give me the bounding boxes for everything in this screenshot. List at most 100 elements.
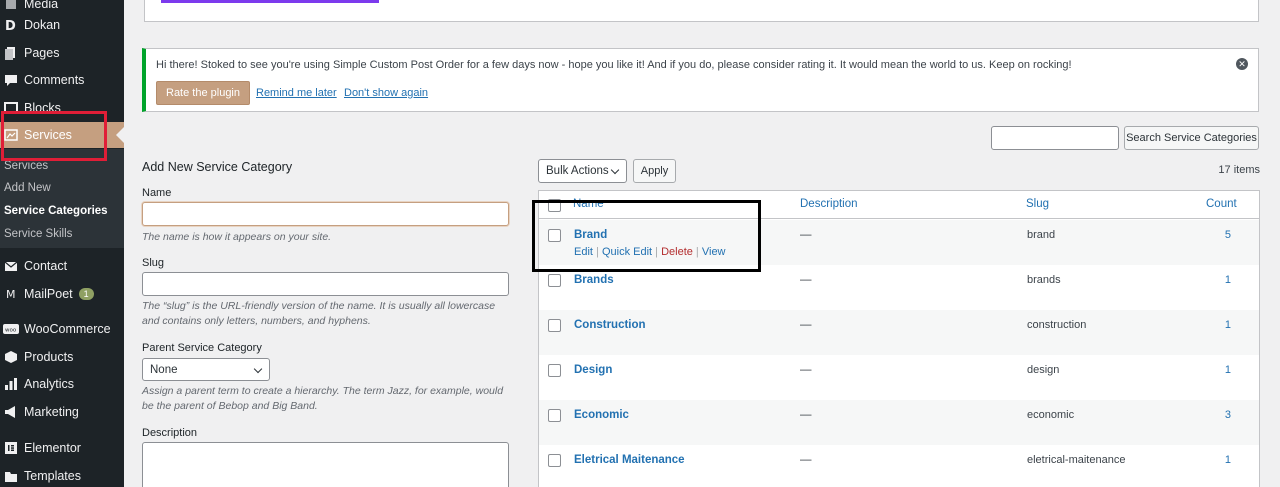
remind-later-link[interactable]: Remind me later [256,87,337,99]
row-checkbox[interactable] [548,454,561,467]
sidebar-item-woocommerce[interactable]: woo WooCommerce [0,316,124,342]
category-slug: construction [1027,319,1087,331]
sidebar-item-label: MailPoet [24,287,73,301]
bulk-actions-select[interactable]: Bulk Actions [538,159,627,183]
mail-icon [0,259,22,273]
submenu-item-service-skills[interactable]: Service Skills [4,228,72,240]
sidebar-item-pages[interactable]: Pages [0,40,124,66]
elementor-icon [0,441,22,455]
mailpoet-icon: M [0,287,22,301]
category-count-link[interactable]: 1 [1225,319,1231,331]
row-checkbox[interactable] [548,274,561,287]
svg-text:woo: woo [5,328,17,334]
page-scrollbar[interactable] [1274,0,1280,400]
table-row: Eletrical Maitenance — eletrical-maitena… [539,445,1259,487]
chevron-down-icon [253,364,263,374]
category-name-link[interactable]: Eletrical Maitenance [574,454,685,466]
sidebar-item-contact[interactable]: Contact [0,253,124,279]
sidebar-item-label: Analytics [24,377,75,391]
table-row: Economic — economic 3 [539,400,1259,445]
slug-label: Slug [142,257,165,269]
marketing-icon [0,405,22,419]
search-categories-button[interactable]: Search Service Categories [1124,126,1259,150]
close-icon[interactable]: ✕ [1236,58,1248,70]
submenu-item-add-new[interactable]: Add New [4,182,51,194]
name-label: Name [142,187,172,199]
slug-help: The “slug” is the URL-friendly version o… [142,300,496,327]
category-name-link[interactable]: Design [574,364,612,376]
dont-show-again-link[interactable]: Don't show again [344,87,428,99]
sidebar-item-templates[interactable]: Templates [0,463,124,487]
plugin-notice: Hi there! Stoked to see you're using Sim… [142,48,1259,112]
category-description: — [800,409,812,421]
row-checkbox[interactable] [548,409,561,422]
sidebar-item-label: Comments [24,73,85,87]
purple-banner-strip [161,0,379,3]
category-name-link[interactable]: Brands [574,274,614,286]
services-submenu: Services Add New Service Categories Serv… [0,149,124,248]
sidebar-item-label: WooCommerce [24,322,111,336]
parent-category-select[interactable]: None [142,358,270,381]
category-name-link[interactable]: Economic [574,409,629,421]
category-count-link[interactable]: 1 [1225,454,1231,466]
sidebar-item-label: Dokan [24,18,61,32]
row-checkbox[interactable] [548,364,561,377]
category-count-link[interactable]: 1 [1225,364,1231,376]
category-name-link[interactable]: Construction [574,319,646,331]
sidebar-item-label: Templates [24,469,81,483]
sidebar-item-dokan[interactable]: D Dokan [0,12,124,38]
column-header-count[interactable]: Count [1206,198,1237,210]
media-icon [0,0,22,11]
sidebar-item-products[interactable]: Products [0,344,124,370]
search-input[interactable] [991,126,1119,150]
name-help: The name is how it appears on your site. [142,231,332,243]
parent-label: Parent Service Category [142,342,262,354]
category-slug: brand [1027,229,1056,241]
category-count-link[interactable]: 1 [1225,274,1231,286]
row-checkbox[interactable] [548,319,561,332]
sidebar-item-marketing[interactable]: Marketing [0,399,124,425]
category-description: — [800,319,812,331]
category-slug: brands [1027,274,1061,286]
mailpoet-badge: 1 [78,288,94,300]
services-highlight-box [1,111,107,161]
dokan-icon: D [0,18,22,32]
column-header-slug[interactable]: Slug [1026,198,1049,210]
svg-text:D: D [5,19,16,32]
form-title: Add New Service Category [142,160,293,174]
sidebar-item-elementor[interactable]: Elementor [0,435,124,461]
submenu-item-services[interactable]: Services [4,160,48,172]
category-count-link[interactable]: 3 [1225,409,1231,421]
rate-plugin-button[interactable]: Rate the plugin [156,81,250,105]
sidebar-item-label: Media [24,0,59,11]
sidebar-item-comments[interactable]: Comments [0,67,124,93]
apply-button[interactable]: Apply [633,159,676,183]
name-field[interactable] [142,202,509,226]
active-indicator [116,127,124,143]
sidebar-item-label: Elementor [24,441,81,455]
woocommerce-icon: woo [0,323,22,335]
analytics-icon [0,377,22,391]
category-slug: eletrical-maitenance [1027,454,1126,466]
notice-text: Hi there! Stoked to see you're using Sim… [156,59,1072,71]
bulk-actions-value: Bulk Actions [546,165,609,177]
svg-text:M: M [6,288,16,301]
category-count-link[interactable]: 5 [1225,229,1231,241]
top-card [144,0,1259,22]
sidebar-item-mailpoet[interactable]: M MailPoet 1 [0,281,124,307]
table-row: Construction — construction 1 [539,310,1259,355]
sidebar-item-analytics[interactable]: Analytics [0,371,124,397]
category-description: — [800,229,812,241]
comments-icon [0,73,22,87]
products-icon [0,350,22,364]
description-textarea[interactable] [142,442,509,487]
sidebar-item-label: Marketing [24,405,79,419]
category-slug: economic [1027,409,1075,421]
sidebar-item-label: Pages [24,46,60,60]
column-header-description[interactable]: Description [800,198,858,210]
table-row: Design — design 1 [539,355,1259,400]
description-label: Description [142,427,198,439]
slug-field[interactable] [142,272,509,296]
sidebar-item-label: Contact [24,259,68,273]
submenu-item-service-categories[interactable]: Service Categories [4,205,108,217]
